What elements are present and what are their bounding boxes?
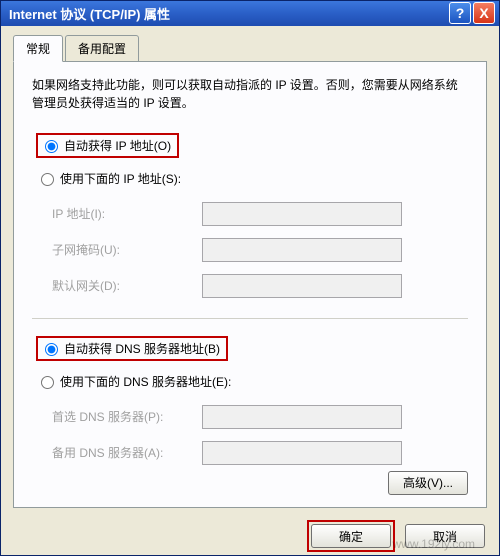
titlebar-buttons: ? X (449, 2, 495, 24)
subnet-input (202, 238, 402, 262)
ip-address-input (202, 202, 402, 226)
close-button[interactable]: X (473, 2, 495, 24)
description-text: 如果网络支持此功能，则可以获取自动指派的 IP 设置。否则，您需要从网络系统管理… (32, 76, 468, 112)
dialog-window: Internet 协议 (TCP/IP) 属性 ? X 常规 备用配置 如果网络… (0, 0, 500, 556)
ip-auto-highlight: 自动获得 IP 地址(O) (36, 133, 179, 158)
dns-auto-row: 自动获得 DNS 服务器地址(B) (32, 333, 468, 364)
tab-alternate-label: 备用配置 (78, 42, 126, 56)
tab-general[interactable]: 常规 (13, 35, 63, 62)
content-area: 常规 备用配置 如果网络支持此功能，则可以获取自动指派的 IP 设置。否则，您需… (1, 26, 499, 518)
dns-preferred-label: 首选 DNS 服务器(P): (52, 408, 202, 425)
advanced-button[interactable]: 高级(V)... (388, 471, 468, 495)
tabstrip: 常规 备用配置 (13, 35, 487, 62)
dns-auto-label: 自动获得 DNS 服务器地址(B) (64, 340, 220, 357)
advanced-button-label: 高级(V)... (403, 476, 453, 490)
ip-manual-row: 使用下面的 IP 地址(S): (32, 167, 468, 190)
gateway-label: 默认网关(D): (52, 277, 202, 294)
ip-auto-radio[interactable] (45, 140, 58, 153)
ip-manual-radio[interactable] (41, 173, 54, 186)
titlebar: Internet 协议 (TCP/IP) 属性 ? X (1, 1, 499, 26)
ok-button-label: 确定 (339, 530, 363, 544)
dns-auto-highlight: 自动获得 DNS 服务器地址(B) (36, 336, 228, 361)
ip-address-label: IP 地址(I): (52, 205, 202, 222)
gateway-row: 默认网关(D): (52, 274, 468, 298)
dns-manual-row: 使用下面的 DNS 服务器地址(E): (32, 370, 468, 393)
advanced-row: 高级(V)... (32, 471, 468, 495)
dns-auto-radio[interactable] (45, 343, 58, 356)
ip-manual-label: 使用下面的 IP 地址(S): (60, 170, 181, 187)
tab-alternate[interactable]: 备用配置 (65, 35, 139, 62)
help-icon: ? (456, 5, 465, 21)
dns-alternate-row: 备用 DNS 服务器(A): (52, 441, 468, 465)
dns-alternate-input (202, 441, 402, 465)
dialog-footer: 确定 取消 www.192ly.com (1, 518, 499, 555)
ip-auto-label: 自动获得 IP 地址(O) (64, 137, 171, 154)
close-icon: X (479, 5, 488, 21)
tab-general-label: 常规 (26, 42, 50, 56)
ok-highlight: 确定 (307, 520, 395, 552)
help-button[interactable]: ? (449, 2, 471, 24)
ok-button[interactable]: 确定 (311, 524, 391, 548)
cancel-button-label: 取消 (433, 530, 457, 544)
ip-auto-row: 自动获得 IP 地址(O) (32, 130, 468, 161)
dns-preferred-row: 首选 DNS 服务器(P): (52, 405, 468, 429)
subnet-label: 子网掩码(U): (52, 241, 202, 258)
tab-panel-general: 如果网络支持此功能，则可以获取自动指派的 IP 设置。否则，您需要从网络系统管理… (13, 61, 487, 508)
ip-address-row: IP 地址(I): (52, 202, 468, 226)
titlebar-title: Internet 协议 (TCP/IP) 属性 (9, 4, 449, 23)
dns-alternate-label: 备用 DNS 服务器(A): (52, 444, 202, 461)
subnet-row: 子网掩码(U): (52, 238, 468, 262)
dns-preferred-input (202, 405, 402, 429)
cancel-button[interactable]: 取消 (405, 524, 485, 548)
gateway-input (202, 274, 402, 298)
section-divider (32, 318, 468, 319)
dns-manual-label: 使用下面的 DNS 服务器地址(E): (60, 373, 231, 390)
dns-manual-radio[interactable] (41, 376, 54, 389)
